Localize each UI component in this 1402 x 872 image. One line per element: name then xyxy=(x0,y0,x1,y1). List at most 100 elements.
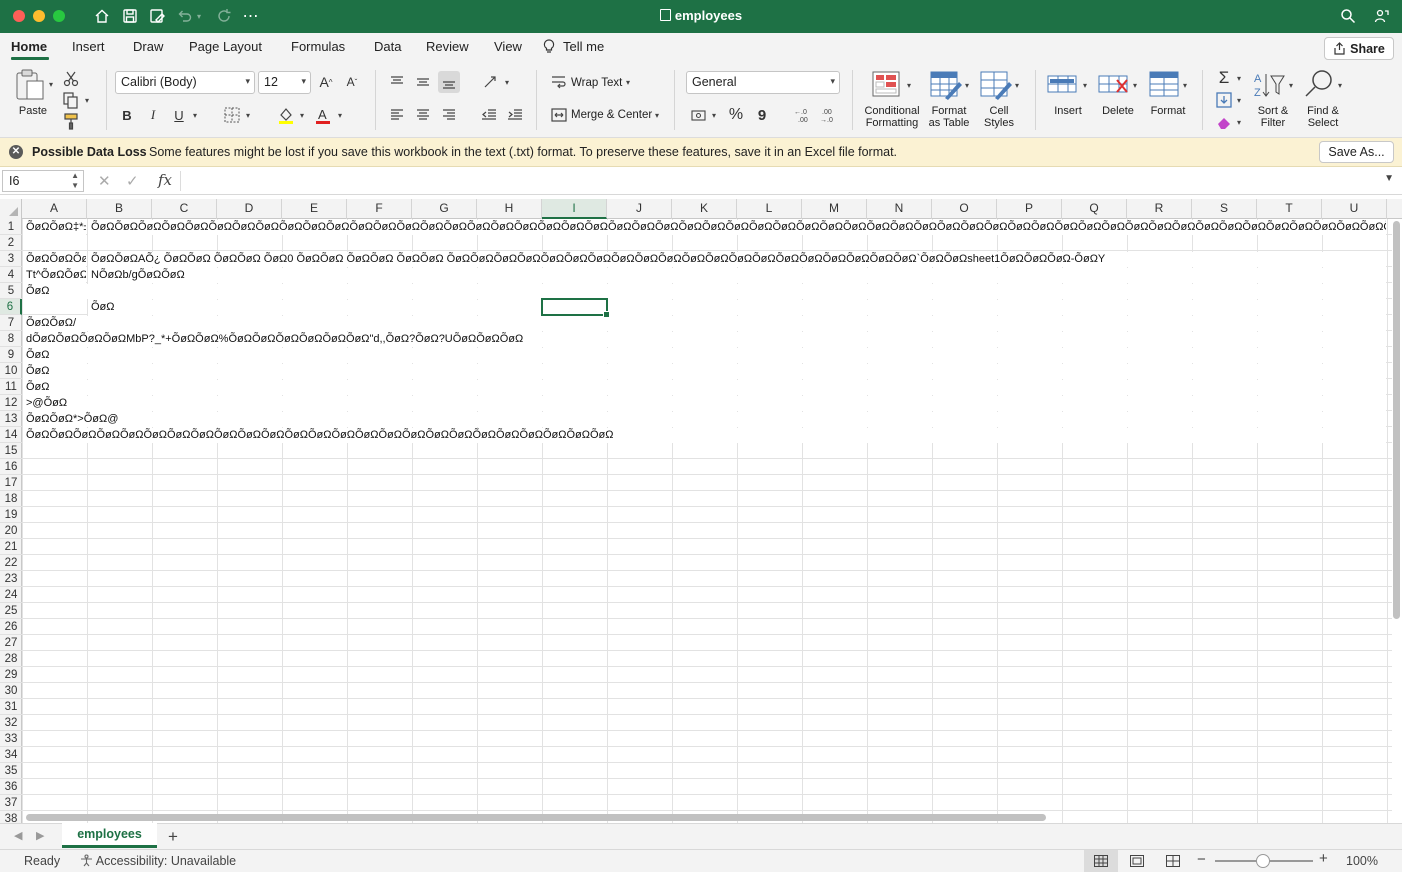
copy-icon[interactable] xyxy=(60,89,82,111)
cell-b6[interactable]: ÕøΩ xyxy=(88,300,1386,315)
tab-home[interactable]: Home xyxy=(11,39,47,54)
format-as-table-icon[interactable] xyxy=(929,70,965,102)
wrap-text-caret[interactable]: ▾ xyxy=(626,78,634,87)
column-header-a[interactable]: A xyxy=(22,199,87,219)
row-header-2[interactable]: 2 xyxy=(0,235,22,251)
row-header-17[interactable]: 17 xyxy=(0,475,22,491)
row-header-7[interactable]: 7 xyxy=(0,315,22,331)
paste-options-caret[interactable]: ▾ xyxy=(49,80,57,89)
undo-dropdown-icon[interactable]: ▾ xyxy=(194,6,204,26)
column-header-d[interactable]: D xyxy=(217,199,282,219)
column-header-h[interactable]: H xyxy=(477,199,542,219)
dismiss-infobar-icon[interactable]: ✕ xyxy=(9,145,23,159)
minimize-window-button[interactable] xyxy=(33,10,45,22)
align-middle-icon[interactable] xyxy=(412,71,434,93)
add-sheet-button[interactable]: + xyxy=(168,827,178,847)
formula-input[interactable] xyxy=(186,173,1376,189)
column-header-g[interactable]: G xyxy=(412,199,477,219)
name-box-spinner-icon[interactable]: ▲ ▼ xyxy=(71,171,79,191)
paste-icon[interactable] xyxy=(14,68,50,100)
row-header-38[interactable]: 38 xyxy=(0,811,22,823)
home-icon[interactable] xyxy=(92,6,112,26)
row-header-5[interactable]: 5 xyxy=(0,283,22,299)
cell-a7[interactable]: ÕøΩÕøΩ/ xyxy=(23,316,1386,331)
align-center-icon[interactable] xyxy=(412,104,434,126)
font-color-caret[interactable]: ▾ xyxy=(338,111,346,120)
underline-button[interactable]: U xyxy=(168,104,190,126)
find-select-icon[interactable] xyxy=(1302,68,1338,100)
cell-a9[interactable]: ÕøΩ xyxy=(23,348,1386,363)
column-header-p[interactable]: P xyxy=(997,199,1062,219)
borders-icon[interactable] xyxy=(221,104,243,126)
number-format-dropdown[interactable]: General ▾ xyxy=(686,71,840,94)
cell-a10[interactable]: ÕøΩ xyxy=(23,364,1386,379)
fill-color-icon[interactable] xyxy=(275,104,297,126)
collaborate-icon[interactable] xyxy=(1372,6,1392,26)
column-header-b[interactable]: B xyxy=(87,199,152,219)
cell-area[interactable]: ÕøΩÕøΩ‡*±(ÕøΩÕøΩÕøΩÕøΩÕøΩÕøΩÕøΩÕøΩÕøΩÕøΩ… xyxy=(22,219,1392,823)
row-header-12[interactable]: 12 xyxy=(0,395,22,411)
tab-draw[interactable]: Draw xyxy=(133,39,163,54)
row-header-14[interactable]: 14 xyxy=(0,427,22,443)
row-header-9[interactable]: 9 xyxy=(0,347,22,363)
row-header-18[interactable]: 18 xyxy=(0,491,22,507)
sort-filter-icon[interactable]: AZ xyxy=(1252,70,1288,102)
insert-cells-caret[interactable]: ▾ xyxy=(1083,81,1091,90)
comma-style-button[interactable]: 9 xyxy=(751,104,773,126)
autosum-icon[interactable]: Σ xyxy=(1213,67,1235,89)
merge-center-icon[interactable] xyxy=(548,104,570,126)
align-top-icon[interactable] xyxy=(386,71,408,93)
delete-cells-icon[interactable] xyxy=(1097,70,1133,102)
column-header-r[interactable]: R xyxy=(1127,199,1192,219)
conditional-formatting-icon[interactable] xyxy=(871,70,907,102)
cell-styles-icon[interactable] xyxy=(979,70,1015,102)
more-icon[interactable]: ⋯ xyxy=(241,6,261,26)
normal-view-icon[interactable] xyxy=(1084,850,1118,872)
align-right-icon[interactable] xyxy=(438,104,460,126)
tell-me-search[interactable]: Tell me xyxy=(563,39,604,54)
column-header-s[interactable]: S xyxy=(1192,199,1257,219)
accounting-format-caret[interactable]: ▾ xyxy=(712,111,720,120)
horizontal-scrollbar[interactable] xyxy=(26,814,1046,821)
name-box[interactable]: I6 ▲ ▼ xyxy=(2,170,84,192)
row-header-35[interactable]: 35 xyxy=(0,763,22,779)
orientation-caret[interactable]: ▾ xyxy=(505,78,513,87)
column-header-m[interactable]: M xyxy=(802,199,867,219)
share-button[interactable]: Share xyxy=(1324,37,1394,60)
row-header-10[interactable]: 10 xyxy=(0,363,22,379)
next-sheet-icon[interactable]: ▶ xyxy=(36,829,44,842)
percent-style-button[interactable]: % xyxy=(725,104,747,126)
italic-button[interactable]: I xyxy=(142,104,164,126)
sort-filter-caret[interactable]: ▾ xyxy=(1289,81,1297,90)
fill-caret[interactable]: ▾ xyxy=(1237,96,1245,105)
maximize-window-button[interactable] xyxy=(53,10,65,22)
row-header-4[interactable]: 4 xyxy=(0,267,22,283)
row-header-29[interactable]: 29 xyxy=(0,667,22,683)
bold-button[interactable]: B xyxy=(116,104,138,126)
font-size-dropdown[interactable]: 12 ▾ xyxy=(258,71,311,94)
copy-options-caret[interactable]: ▾ xyxy=(85,96,93,105)
conditional-formatting-caret[interactable]: ▾ xyxy=(907,81,915,90)
cell-a13[interactable]: ÕøΩÕøΩ*>ÕøΩ@ xyxy=(23,412,1386,427)
format-cells-icon[interactable] xyxy=(1148,70,1184,102)
page-layout-view-icon[interactable] xyxy=(1120,850,1154,872)
row-header-24[interactable]: 24 xyxy=(0,587,22,603)
tab-page-layout[interactable]: Page Layout xyxy=(189,39,262,54)
format-as-table-label[interactable]: Format as Table xyxy=(924,105,974,129)
row-header-30[interactable]: 30 xyxy=(0,683,22,699)
save-as-button[interactable]: Save As... xyxy=(1319,141,1394,163)
align-bottom-icon[interactable] xyxy=(438,71,460,93)
cell-b4[interactable]: NÕøΩb/gÕøΩÕøΩ xyxy=(88,268,1386,283)
fill-color-caret[interactable]: ▾ xyxy=(300,111,308,120)
cell-a5[interactable]: ÕøΩ xyxy=(23,284,1386,299)
column-header-q[interactable]: Q xyxy=(1062,199,1127,219)
column-header-f[interactable]: F xyxy=(347,199,412,219)
row-header-13[interactable]: 13 xyxy=(0,411,22,427)
worksheet-grid[interactable]: ABCDEFGHIJKLMNOPQRSTU 1 2 3 4 5 6 7 8 9 10 11 12 13 1… xyxy=(0,199,1402,823)
zoom-slider-thumb[interactable] xyxy=(1256,854,1270,868)
insert-function-button[interactable]: fx xyxy=(158,171,172,189)
expand-formula-bar-icon[interactable]: ▼ xyxy=(1384,173,1394,184)
cell-styles-caret[interactable]: ▾ xyxy=(1015,81,1023,90)
vertical-scrollbar[interactable] xyxy=(1393,221,1400,619)
row-header-20[interactable]: 20 xyxy=(0,523,22,539)
